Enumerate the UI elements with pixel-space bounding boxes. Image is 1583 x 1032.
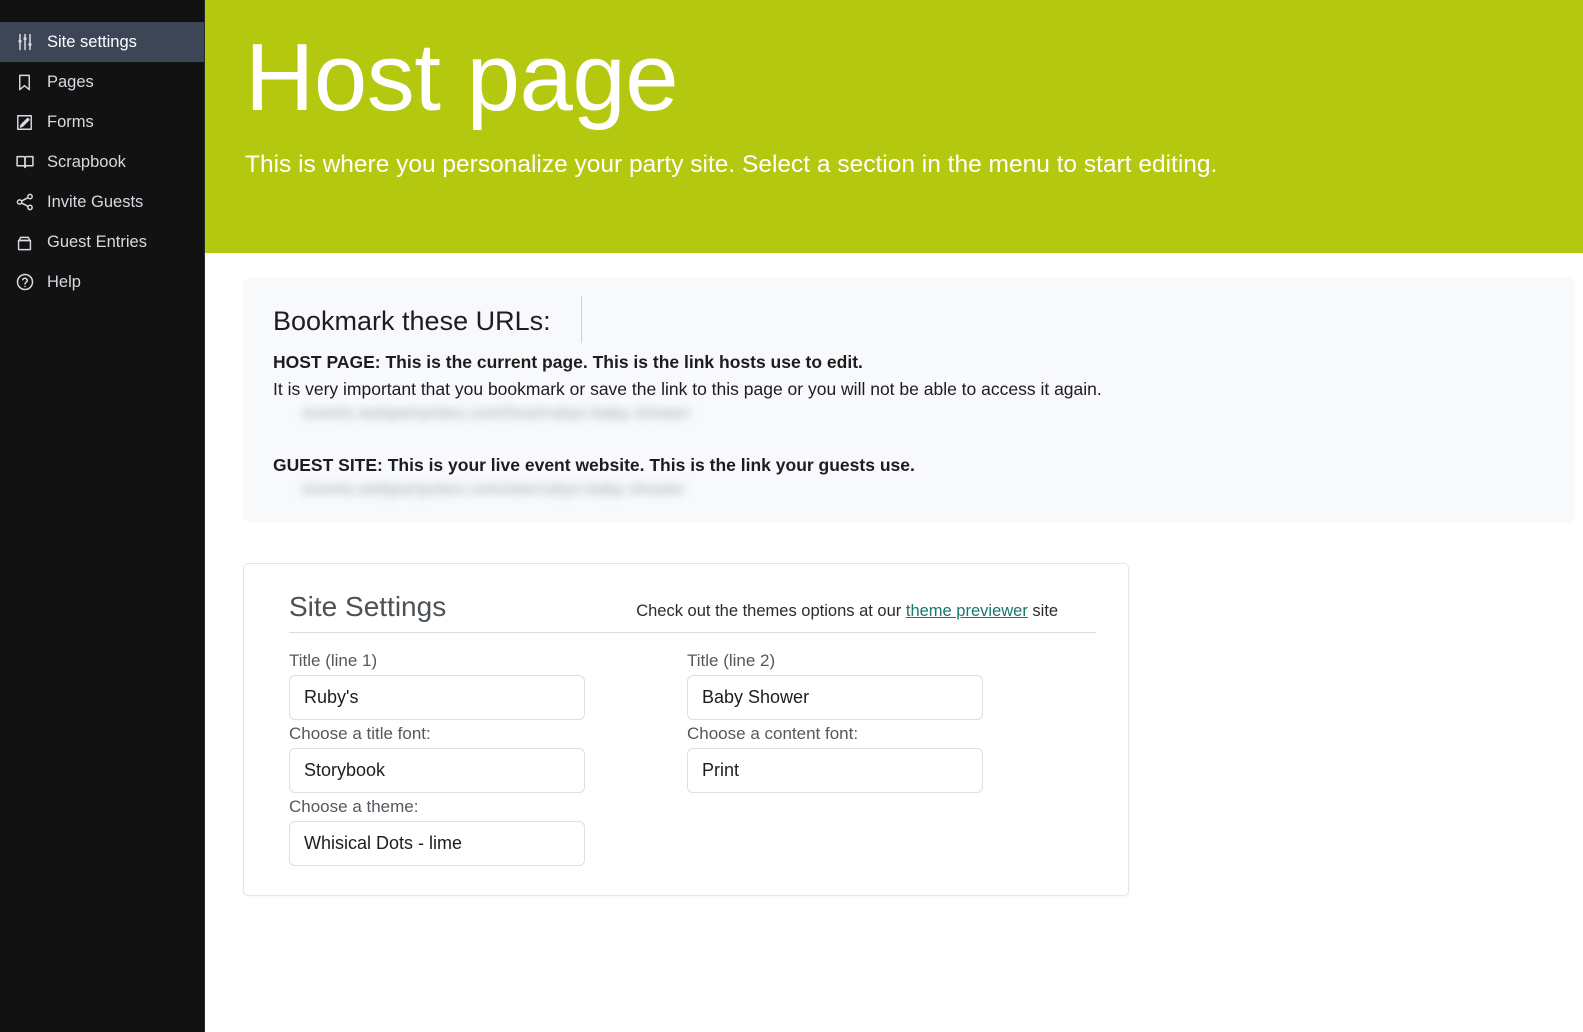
page-title: Host page xyxy=(245,24,679,131)
share-nodes-icon xyxy=(14,192,35,213)
site-settings-header: Site Settings Check out the themes optio… xyxy=(289,591,1096,633)
title-font-select[interactable]: Storybook xyxy=(289,747,585,793)
bookmark-card-header: Bookmark these URLs: xyxy=(273,293,1545,349)
host-page-url[interactable]: events.webpartysites.com/host/rubys-baby… xyxy=(303,403,763,425)
themes-note-prefix: Check out the themes options at our xyxy=(636,602,906,620)
sidebar-item-label: Scrapbook xyxy=(47,152,126,171)
sidebar-item-label: Invite Guests xyxy=(47,192,144,211)
sidebar-item-pages[interactable]: Pages xyxy=(0,62,204,102)
site-settings-title: Site Settings xyxy=(289,591,447,622)
bookmark-urls-card: Bookmark these URLs: HOST PAGE: This is … xyxy=(243,277,1575,523)
field-label: Title (line 1) xyxy=(289,650,378,670)
field-title-font: Choose a title font: Storybook xyxy=(289,720,585,793)
sidebar: Site settings Pages Forms Scrapbook Invi… xyxy=(0,0,205,1032)
guest-site-label: GUEST SITE: This is your live event webs… xyxy=(273,455,915,475)
grid-gap xyxy=(585,793,687,866)
field-title-line-1: Title (line 1) Ruby's xyxy=(289,647,585,720)
sidebar-item-scrapbook[interactable]: Scrapbook xyxy=(0,142,204,182)
grid-gap xyxy=(585,720,687,793)
sliders-icon xyxy=(14,32,35,53)
themes-note: Check out the themes options at our them… xyxy=(636,602,1058,621)
question-circle-icon xyxy=(14,272,35,293)
sidebar-item-help[interactable]: Help xyxy=(0,262,204,302)
bookmark-card-title: Bookmark these URLs: xyxy=(273,306,551,336)
edit-square-icon xyxy=(14,112,35,133)
themes-note-suffix: site xyxy=(1027,602,1059,620)
sidebar-item-label: Site settings xyxy=(47,32,137,51)
sidebar-item-label: Help xyxy=(47,272,81,291)
field-label: Title (line 2) xyxy=(687,650,776,670)
host-page-note: It is very important that you bookmark o… xyxy=(273,379,1102,399)
bookmark-icon xyxy=(14,72,35,93)
content-font-select[interactable]: Print xyxy=(687,747,983,793)
sidebar-item-guest-entries[interactable]: Guest Entries xyxy=(0,222,204,262)
sidebar-item-forms[interactable]: Forms xyxy=(0,102,204,142)
open-book-icon xyxy=(14,152,35,173)
page-header-banner: Host page This is where you personalize … xyxy=(205,0,1583,253)
guest-site-url[interactable]: events.webpartysites.com/site/rubys-baby… xyxy=(303,479,763,501)
field-theme: Choose a theme: Whisical Dots - lime xyxy=(289,793,585,866)
host-page-label: HOST PAGE: This is the current page. Thi… xyxy=(273,352,863,372)
sidebar-item-label: Forms xyxy=(47,112,94,131)
sidebar-item-site-settings[interactable]: Site settings xyxy=(0,22,204,62)
title-line-1-input[interactable]: Ruby's xyxy=(289,674,585,720)
grid-gap xyxy=(585,647,687,720)
site-settings-card: Site Settings Check out the themes optio… xyxy=(243,563,1129,896)
main-content: Bookmark these URLs: HOST PAGE: This is … xyxy=(205,253,1583,1032)
site-settings-form: Title (line 1) Ruby's Title (line 2) Bab… xyxy=(289,647,1096,866)
field-label: Choose a theme: xyxy=(289,796,419,816)
sidebar-item-label: Guest Entries xyxy=(47,232,147,251)
sidebar-item-invite-guests[interactable]: Invite Guests xyxy=(0,182,204,222)
field-label: Choose a title font: xyxy=(289,723,431,743)
page-subtitle: This is where you personalize your party… xyxy=(245,151,1218,178)
theme-select[interactable]: Whisical Dots - lime xyxy=(289,820,585,866)
title-line-2-input[interactable]: Baby Shower xyxy=(687,674,983,720)
inbox-archive-icon xyxy=(14,232,35,253)
grid-gap xyxy=(687,793,983,866)
theme-previewer-link[interactable]: theme previewer xyxy=(906,602,1028,620)
vertical-divider xyxy=(580,296,582,343)
field-content-font: Choose a content font: Print xyxy=(687,720,983,793)
sidebar-item-label: Pages xyxy=(47,72,94,91)
field-label: Choose a content font: xyxy=(687,723,859,743)
field-title-line-2: Title (line 2) Baby Shower xyxy=(687,647,983,720)
